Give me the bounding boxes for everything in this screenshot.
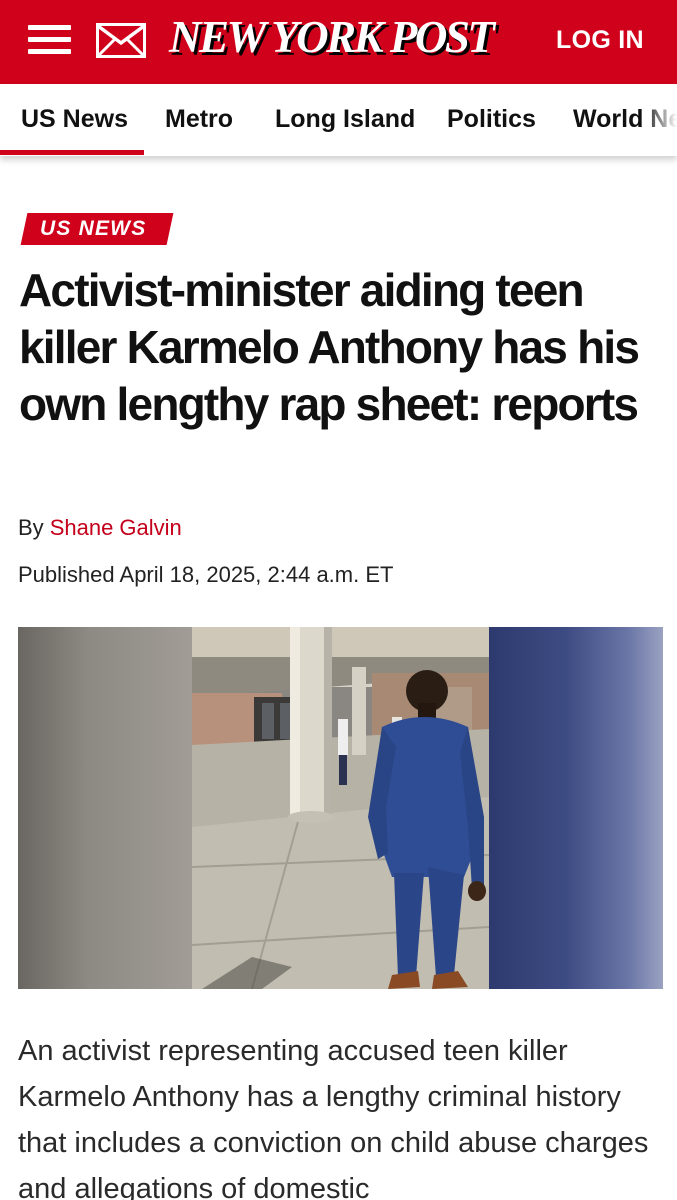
site-logo[interactable]: NEW YORK POST NEW YORK POST	[166, 10, 522, 70]
nav-scroll-fade	[643, 84, 677, 156]
byline-prefix: By	[18, 515, 44, 540]
article-headline: Activist-minister aiding teen killer Kar…	[19, 264, 640, 430]
category-label: US NEWS	[40, 217, 147, 240]
photo-scene	[191, 627, 490, 989]
login-button[interactable]: LOG IN	[556, 26, 644, 55]
nav-item-metro[interactable]: Metro	[165, 105, 233, 134]
logo-text: NEW YORK POST	[168, 12, 496, 62]
section-nav: US News Metro Long Island Politics World…	[0, 84, 677, 156]
category-badge[interactable]: US NEWS	[20, 213, 174, 245]
nav-item-politics[interactable]: Politics	[447, 105, 536, 134]
photo-blur-left	[18, 627, 192, 989]
top-header: NEW YORK POST NEW YORK POST LOG IN	[0, 0, 677, 84]
envelope-icon[interactable]	[96, 23, 146, 58]
article-photo[interactable]	[18, 627, 663, 989]
author-link[interactable]: Shane Galvin	[50, 515, 182, 540]
active-tab-indicator	[0, 150, 144, 155]
published-date: Published April 18, 2025, 2:44 a.m. ET	[18, 562, 394, 587]
nav-item-us-news[interactable]: US News	[21, 105, 128, 134]
photo-blur-right	[489, 627, 663, 989]
hamburger-menu-icon[interactable]	[28, 22, 71, 58]
nav-item-long-island[interactable]: Long Island	[275, 105, 415, 134]
byline: By Shane Galvin	[18, 515, 182, 541]
article-body: An activist representing accused teen ki…	[18, 1035, 649, 1200]
